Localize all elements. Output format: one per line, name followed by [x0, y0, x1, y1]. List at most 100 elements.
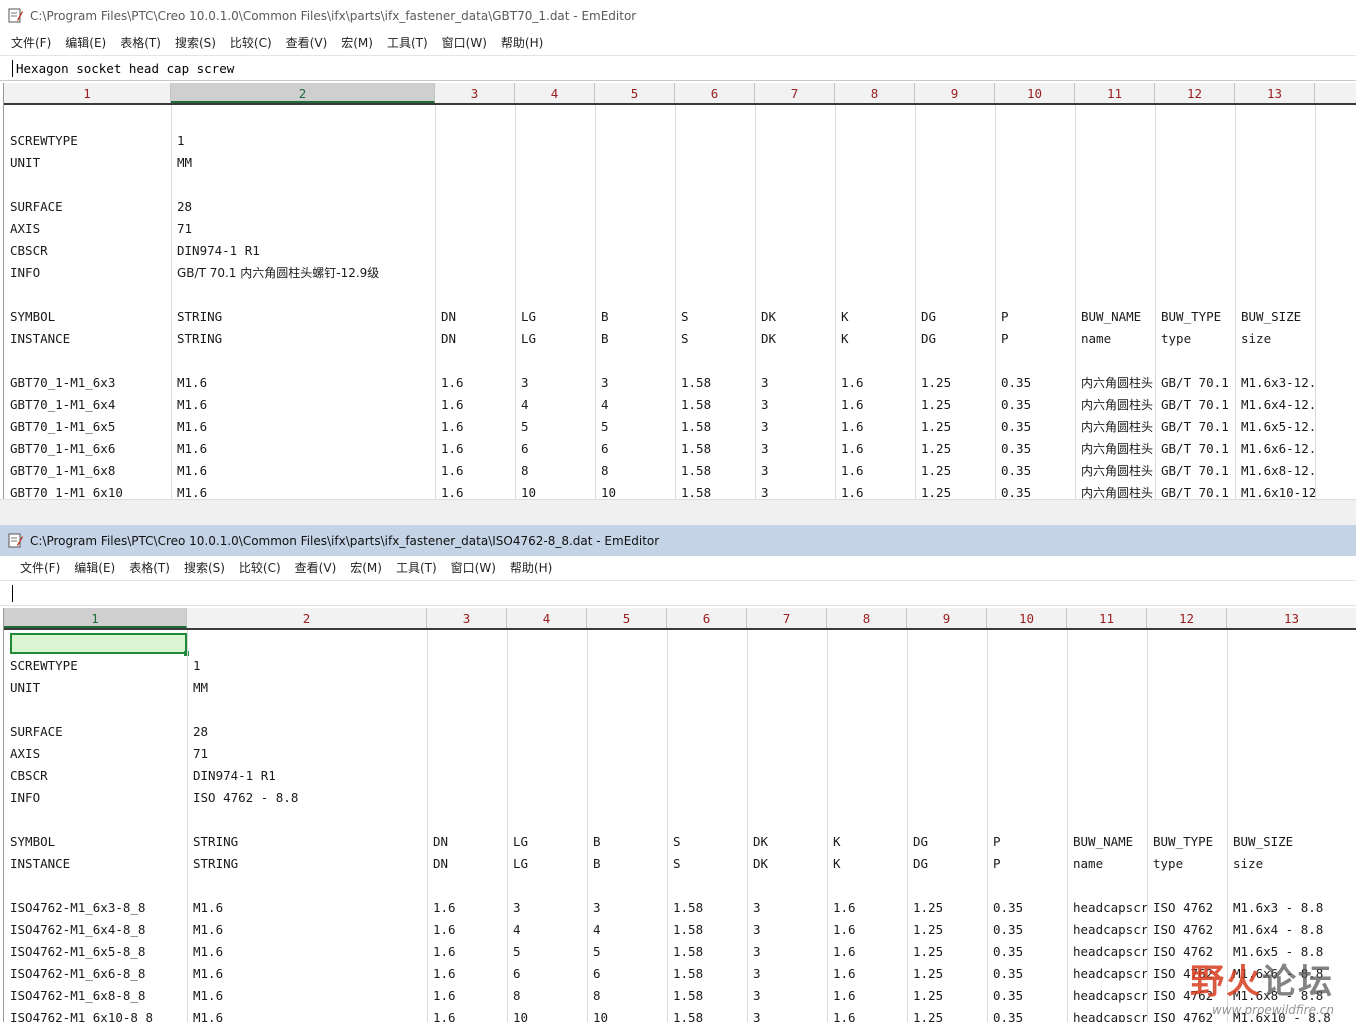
table-cell[interactable]: 1.58 — [675, 482, 755, 499]
menu-file[interactable]: 文件(F) — [13, 557, 67, 579]
table-cell[interactable] — [1075, 130, 1155, 152]
menu-edit[interactable]: 编辑(E) — [58, 32, 113, 54]
table-cell[interactable]: GB/T 70.1 — [1155, 482, 1235, 499]
menu-help[interactable]: 帮助(H) — [494, 32, 550, 54]
table-cell[interactable]: GBT70_1-M1_6x5 — [4, 416, 171, 438]
table-cell[interactable] — [1067, 699, 1147, 721]
table-cell[interactable]: M1.6x6-12. — [1235, 438, 1315, 460]
table-cell[interactable] — [835, 350, 915, 372]
column-header-2[interactable]: 2 — [187, 608, 427, 628]
table-cell[interactable] — [1227, 721, 1356, 743]
table-cell[interactable]: GB/T 70.1 内六角圆柱头螺钉-12.9级 — [171, 262, 435, 284]
table-cell[interactable] — [1235, 218, 1315, 240]
table-cell[interactable] — [675, 262, 755, 284]
table-cell[interactable] — [667, 677, 747, 699]
table-cell[interactable]: ISO 4762 — [1147, 941, 1227, 963]
table-cell[interactable] — [835, 284, 915, 306]
table-cell[interactable] — [1147, 765, 1227, 787]
table-cell[interactable]: 1.58 — [667, 897, 747, 919]
table-cell[interactable] — [667, 655, 747, 677]
table-cell[interactable]: 内六角圆柱头 — [1075, 460, 1155, 482]
table-cell[interactable]: 28 — [187, 721, 427, 743]
table-cell[interactable] — [675, 196, 755, 218]
table-cell[interactable] — [595, 196, 675, 218]
table-cell[interactable] — [1227, 699, 1356, 721]
table-cell[interactable] — [1067, 875, 1147, 897]
table-cell[interactable] — [995, 262, 1075, 284]
table-cell[interactable] — [4, 108, 171, 130]
table-cell[interactable] — [4, 809, 187, 831]
table-cell[interactable]: 1.6 — [435, 438, 515, 460]
table-cell[interactable]: GBT70_1-M1_6x4 — [4, 394, 171, 416]
table-cell[interactable]: 3 — [507, 897, 587, 919]
table-cell[interactable] — [427, 699, 507, 721]
table-cell[interactable]: 1.25 — [907, 941, 987, 963]
table-cell[interactable] — [995, 196, 1075, 218]
table-cell[interactable] — [1147, 743, 1227, 765]
table-cell[interactable]: size — [1227, 853, 1356, 875]
table-cell[interactable] — [915, 350, 995, 372]
table-cell[interactable] — [915, 240, 995, 262]
table-cell[interactable] — [595, 350, 675, 372]
table-cell[interactable]: DK — [747, 831, 827, 853]
table-cell[interactable] — [827, 809, 907, 831]
table-cell[interactable]: 0.35 — [995, 372, 1075, 394]
column-header-9[interactable]: 9 — [915, 83, 995, 103]
table-cell[interactable] — [187, 809, 427, 831]
table-cell[interactable] — [755, 130, 835, 152]
table-cell[interactable]: SCREWTYPE — [4, 655, 187, 677]
table-cell[interactable]: 3 — [755, 372, 835, 394]
table-cell[interactable] — [907, 655, 987, 677]
table-cell[interactable]: AXIS — [4, 743, 187, 765]
title-bar[interactable]: C:\Program Files\PTC\Creo 10.0.1.0\Commo… — [0, 0, 1356, 31]
table-cell[interactable]: 1.25 — [915, 482, 995, 499]
table-cell[interactable]: 1 — [187, 655, 427, 677]
table-cell[interactable]: 1.6 — [435, 394, 515, 416]
table-cell[interactable] — [435, 262, 515, 284]
table-cell[interactable]: 1.58 — [667, 963, 747, 985]
table-cell[interactable] — [427, 677, 507, 699]
table-cell[interactable] — [171, 108, 435, 130]
table-cell[interactable] — [755, 196, 835, 218]
table-cell[interactable]: M1.6x10-12 — [1235, 482, 1315, 499]
menu-search[interactable]: 搜索(S) — [177, 557, 232, 579]
table-cell[interactable] — [667, 765, 747, 787]
table-cell[interactable] — [1067, 633, 1147, 655]
table-cell[interactable]: 1.6 — [835, 460, 915, 482]
column-header-10[interactable]: 10 — [987, 608, 1067, 628]
table-cell[interactable]: GBT70_1-M1_6x10 — [4, 482, 171, 499]
table-cell[interactable]: M1.6 — [187, 897, 427, 919]
table-cell[interactable] — [1155, 196, 1235, 218]
table-cell[interactable] — [1147, 875, 1227, 897]
table-cell[interactable]: DN — [435, 328, 515, 350]
table-cell[interactable] — [507, 787, 587, 809]
table-cell[interactable]: 3 — [747, 941, 827, 963]
table-cell[interactable] — [675, 350, 755, 372]
table-cell[interactable]: 1.25 — [915, 416, 995, 438]
table-cell[interactable] — [1235, 262, 1315, 284]
table-cell[interactable]: STRING — [171, 328, 435, 350]
menu-compare[interactable]: 比较(C) — [232, 557, 288, 579]
table-cell[interactable] — [907, 765, 987, 787]
column-header-11[interactable]: 11 — [1075, 83, 1155, 103]
table-cell[interactable] — [515, 262, 595, 284]
menu-tools[interactable]: 工具(T) — [389, 557, 444, 579]
table-cell[interactable] — [427, 655, 507, 677]
table-cell[interactable]: 1.6 — [427, 941, 507, 963]
table-cell[interactable] — [427, 809, 507, 831]
table-cell[interactable]: 3 — [755, 460, 835, 482]
table-cell[interactable]: ISO4762-M1_6x8-8_8 — [4, 985, 187, 1007]
table-cell[interactable]: 8 — [587, 985, 667, 1007]
table-cell[interactable]: BUW_TYPE — [1155, 306, 1235, 328]
column-header-7[interactable]: 7 — [755, 83, 835, 103]
table-cell[interactable] — [1235, 350, 1315, 372]
table-cell[interactable]: 5 — [595, 416, 675, 438]
table-cell[interactable] — [755, 262, 835, 284]
table-cell[interactable]: 3 — [747, 963, 827, 985]
table-cell[interactable] — [427, 721, 507, 743]
table-cell[interactable]: 1.6 — [827, 941, 907, 963]
table-cell[interactable]: BUW_TYPE — [1147, 831, 1227, 853]
table-cell[interactable] — [1147, 677, 1227, 699]
column-header-13[interactable]: 13 — [1227, 608, 1356, 628]
table-cell[interactable]: S — [675, 306, 755, 328]
